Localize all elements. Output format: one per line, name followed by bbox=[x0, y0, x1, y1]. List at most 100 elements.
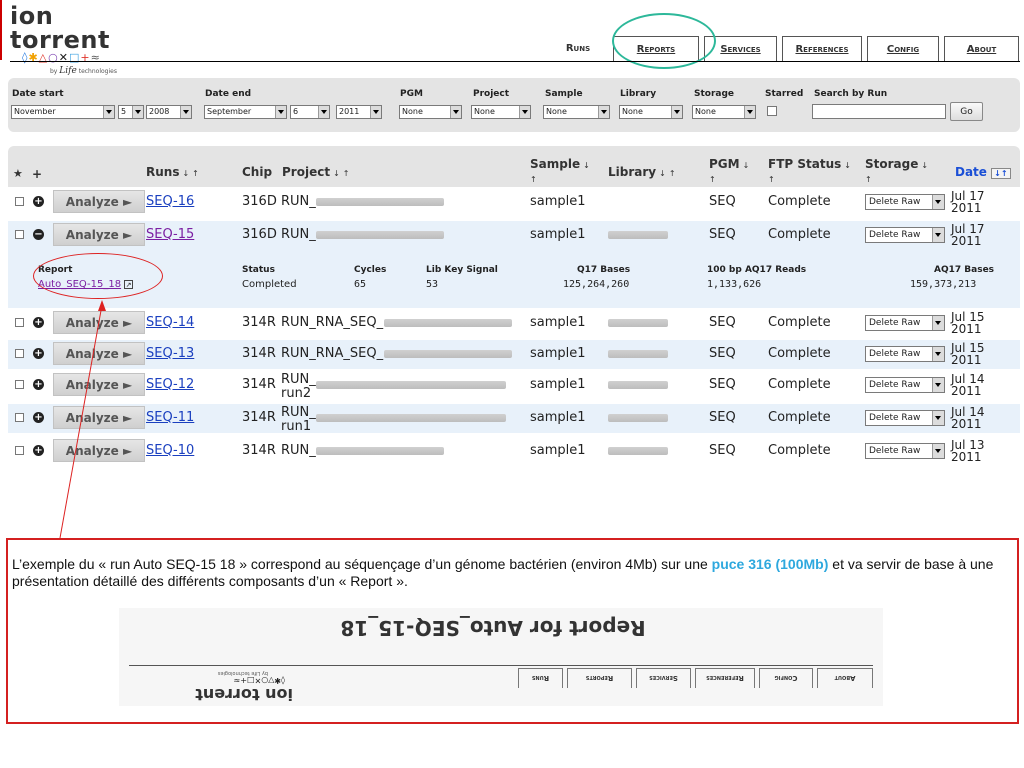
run-link[interactable]: SEQ-10 bbox=[146, 443, 194, 458]
date-cell-line2: 2011 bbox=[951, 234, 982, 248]
date-cell: Jul 13 2011 bbox=[951, 439, 985, 463]
pgm-select[interactable]: None bbox=[399, 105, 462, 119]
ftp-status-cell: Complete bbox=[768, 315, 831, 330]
storage-select[interactable]: Delete Raw bbox=[865, 443, 945, 459]
storage-filter-select[interactable]: None bbox=[692, 105, 756, 119]
table-row: + Analyze ► SEQ-11 314R RUN_ run1 sample… bbox=[8, 404, 1020, 434]
date-column-header[interactable]: Date ↓↑ bbox=[955, 165, 1011, 179]
row-select-checkbox[interactable] bbox=[15, 413, 24, 422]
analyze-button[interactable]: Analyze ► bbox=[53, 406, 145, 429]
date-end-year-select[interactable]: 2011 bbox=[336, 105, 382, 119]
row-select-checkbox[interactable] bbox=[15, 446, 24, 455]
project-cell: RUN_ bbox=[281, 372, 316, 387]
storage-select[interactable]: Delete Raw bbox=[865, 377, 945, 393]
pgm-cell: SEQ bbox=[709, 194, 736, 209]
date-cell: Jul 14 2011 bbox=[951, 406, 985, 430]
library-column-header[interactable]: Library ↓ ↑ bbox=[608, 165, 676, 179]
storage-select[interactable]: Delete Raw bbox=[865, 227, 945, 243]
go-button[interactable]: Go bbox=[950, 102, 983, 121]
pgm-cell: SEQ bbox=[709, 227, 736, 242]
mirrored-tab: Services bbox=[636, 668, 691, 688]
pgm-column-header[interactable]: PGM ↓ ↑ bbox=[709, 158, 749, 186]
row-select-checkbox[interactable] bbox=[15, 380, 24, 389]
expand-row-icon[interactable]: + bbox=[33, 445, 44, 456]
date-start-month-select[interactable]: November bbox=[11, 105, 115, 119]
collapse-row-icon[interactable]: − bbox=[33, 229, 44, 240]
expand-row-icon[interactable]: + bbox=[33, 348, 44, 359]
expand-row-icon[interactable]: + bbox=[33, 196, 44, 207]
date-start-year-select[interactable]: 2008 bbox=[146, 105, 192, 119]
analyze-button[interactable]: Analyze ► bbox=[53, 223, 145, 246]
tab-runs[interactable]: Runs bbox=[548, 36, 608, 61]
q17-bases-label: Q17 Bases bbox=[577, 265, 631, 275]
tab-config[interactable]: Config bbox=[867, 36, 939, 61]
tab-about[interactable]: About bbox=[944, 36, 1019, 61]
analyze-button[interactable]: Analyze ► bbox=[53, 190, 145, 213]
ftp-status-cell: Complete bbox=[768, 443, 831, 458]
row-select-checkbox[interactable] bbox=[15, 349, 24, 358]
storage-select[interactable]: Delete Raw bbox=[865, 194, 945, 210]
analyze-button[interactable]: Analyze ► bbox=[53, 311, 145, 334]
expand-row-icon[interactable]: + bbox=[33, 379, 44, 390]
date-end-month-select[interactable]: September bbox=[204, 105, 287, 119]
aq17-reads-label: 100 bp AQ17 Reads bbox=[707, 265, 807, 275]
tab-label: Config bbox=[886, 43, 920, 55]
run-link[interactable]: SEQ-14 bbox=[146, 315, 194, 330]
run-link[interactable]: SEQ-15 bbox=[146, 227, 194, 242]
ftp-status-column-header[interactable]: FTP Status ↓ ↑ bbox=[768, 158, 851, 186]
tab-references[interactable]: References bbox=[782, 36, 862, 61]
pgm-cell: SEQ bbox=[709, 315, 736, 330]
project-cell: RUN_RNA_SEQ_ bbox=[281, 315, 384, 330]
header-rule bbox=[10, 61, 1020, 62]
date-start-day-select[interactable]: 5 bbox=[118, 105, 144, 119]
analyze-button[interactable]: Analyze ► bbox=[53, 439, 145, 462]
logo-glyph-row: ◊✱△○✕□+≈ bbox=[22, 52, 160, 64]
run-link[interactable]: SEQ-13 bbox=[146, 346, 194, 361]
analyze-button[interactable]: Analyze ► bbox=[53, 342, 145, 365]
project-column-header[interactable]: Project ↓ ↑ bbox=[282, 165, 349, 179]
date-cell-line2: 2011 bbox=[951, 353, 982, 367]
project-cell: RUN_ bbox=[281, 227, 316, 242]
run-link[interactable]: SEQ-12 bbox=[146, 377, 194, 392]
storage-column-header[interactable]: Storage ↓ ↑ bbox=[865, 158, 928, 186]
sample-column-header[interactable]: Sample ↓ ↑ bbox=[530, 158, 590, 186]
star-column-header[interactable]: ★ bbox=[13, 167, 23, 180]
chip-cell: 316D bbox=[242, 194, 277, 209]
date-cell: Jul 15 2011 bbox=[951, 311, 985, 335]
redacted-library-name bbox=[608, 319, 668, 327]
expand-row-icon[interactable]: + bbox=[33, 317, 44, 328]
starred-checkbox[interactable] bbox=[767, 106, 777, 116]
runs-column-header[interactable]: Runs ↓ ↑ bbox=[146, 165, 199, 179]
mirrored-logo: ion torrent ◊✱▽○✕□+≈ by Life technologie… bbox=[143, 668, 293, 704]
run-link[interactable]: SEQ-11 bbox=[146, 410, 194, 425]
annotation-highlight: puce 316 (100Mb) bbox=[711, 556, 829, 572]
search-by-run-input[interactable] bbox=[812, 104, 946, 119]
expand-row-icon[interactable]: + bbox=[33, 412, 44, 423]
pgm-cell: SEQ bbox=[709, 443, 736, 458]
lib-key-signal-label: Lib Key Signal bbox=[426, 265, 498, 275]
mirrored-report-title: Report for Auto_SEQ-15_18 bbox=[340, 616, 646, 640]
pgm-cell: SEQ bbox=[709, 410, 736, 425]
date-cell: Jul 17 2011 bbox=[951, 190, 985, 214]
project-select[interactable]: None bbox=[471, 105, 531, 119]
status-value: Completed bbox=[242, 279, 297, 290]
storage-select[interactable]: Delete Raw bbox=[865, 410, 945, 426]
analyze-button[interactable]: Analyze ► bbox=[53, 373, 145, 396]
byline-brand: Life bbox=[59, 66, 77, 76]
project-cell-line2: run1 bbox=[281, 419, 312, 434]
date-sort-buttons[interactable]: ↓↑ bbox=[991, 168, 1011, 179]
ftp-status-cell: Complete bbox=[768, 194, 831, 209]
library-select[interactable]: None bbox=[619, 105, 683, 119]
storage-select[interactable]: Delete Raw bbox=[865, 315, 945, 331]
project-cell: RUN_RNA_SEQ_ bbox=[281, 346, 384, 361]
mirrored-tab: Runs bbox=[518, 668, 563, 688]
date-cell-line2: 2011 bbox=[951, 384, 982, 398]
row-select-checkbox[interactable] bbox=[15, 230, 24, 239]
storage-select[interactable]: Delete Raw bbox=[865, 346, 945, 362]
sample-select[interactable]: None bbox=[543, 105, 610, 119]
row-select-checkbox[interactable] bbox=[15, 318, 24, 327]
pgm-cell: SEQ bbox=[709, 377, 736, 392]
row-select-checkbox[interactable] bbox=[15, 197, 24, 206]
run-link[interactable]: SEQ-16 bbox=[146, 194, 194, 209]
date-end-day-select[interactable]: 6 bbox=[290, 105, 330, 119]
